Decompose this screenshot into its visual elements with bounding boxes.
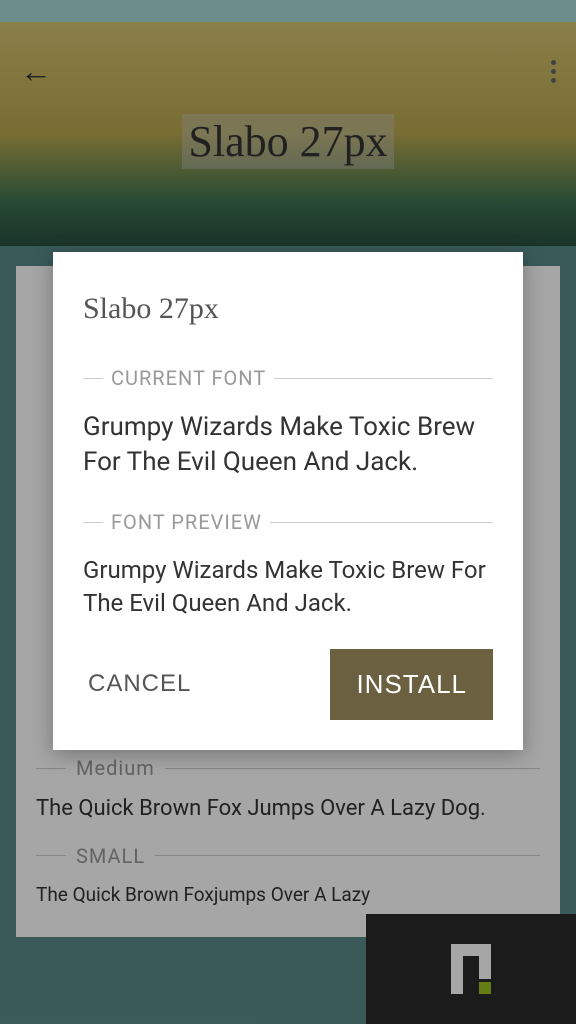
cancel-button[interactable]: CANCEL [83,655,196,713]
dialog-title: Slabo 27px [83,292,493,326]
install-font-dialog: Slabo 27px CURRENT FONT Grumpy Wizards M… [53,252,523,750]
current-font-section-label: CURRENT FONT [83,366,493,390]
font-preview-sample: Grumpy Wizards Make Toxic Brew For The E… [83,554,493,619]
install-button[interactable]: INSTALL [330,649,493,720]
font-preview-section-label: FONT PREVIEW [83,510,493,534]
current-font-sample: Grumpy Wizards Make Toxic Brew For The E… [83,410,493,480]
